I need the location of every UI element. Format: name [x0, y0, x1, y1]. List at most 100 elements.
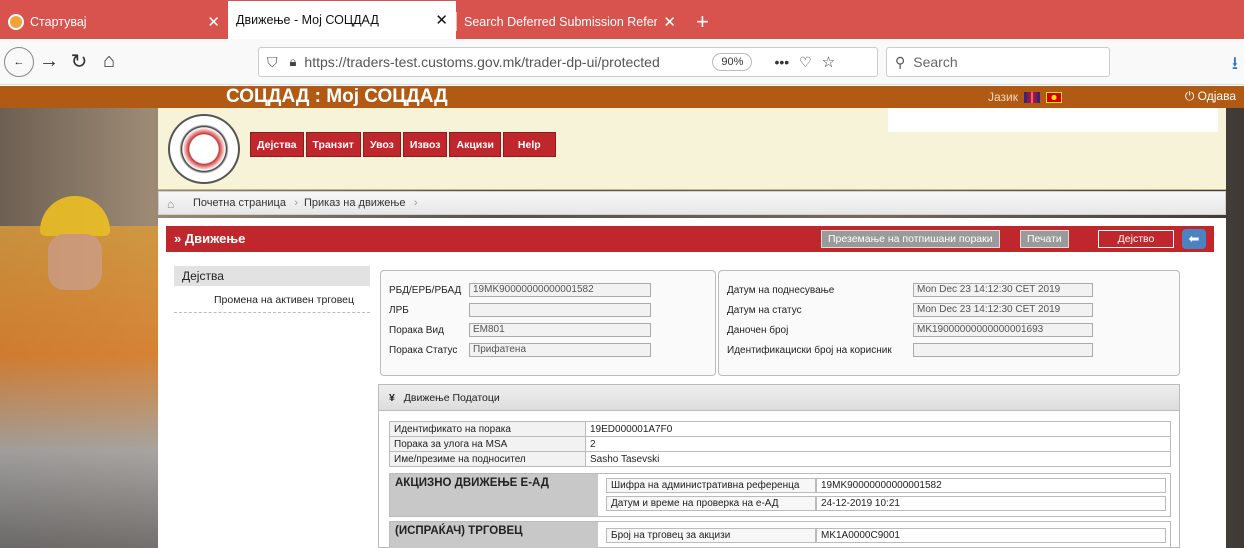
print-button[interactable]: Печати — [1020, 230, 1069, 248]
menu-import[interactable]: Увоз — [362, 132, 401, 157]
page-title: » Движење — [174, 231, 246, 246]
banner-info-box — [888, 108, 1218, 132]
info-label: Даночен број — [727, 324, 789, 336]
close-icon[interactable]: ✕ — [435, 11, 448, 29]
block-key: Датум и време на проверка на е-АД — [606, 496, 816, 511]
block-value: MK1A0000C9001 — [816, 528, 1166, 543]
back-arrow-icon[interactable]: ⬅ — [1182, 229, 1206, 249]
home-icon[interactable]: ⌂ — [167, 197, 181, 211]
search-icon: ⚲ — [895, 53, 906, 70]
pocket-icon[interactable]: ♡ — [799, 54, 812, 71]
zoom-level-button[interactable]: 90% — [712, 53, 753, 71]
block-row: Датум и време на проверка на е-АД 24-12-… — [606, 496, 1166, 511]
menu-transit[interactable]: Транзит — [305, 132, 361, 157]
table-key: Порака за улога на MSA — [389, 436, 586, 452]
message-status-field[interactable]: Прифатена — [469, 343, 651, 357]
table-value: 19ED000001A7F0 — [585, 421, 1171, 437]
message-info-box: РБД/ЕРБ/РБАД 19MK90000000000001582 ЛРБ П… — [380, 270, 716, 376]
section-header[interactable]: ¥ Движење Податоци — [379, 385, 1179, 411]
bookmark-star-icon[interactable]: ☆ — [822, 53, 835, 71]
page: СОЦДАД : Мој СОЦДАД Јазик ⏻ Одјава Дејст… — [0, 86, 1244, 548]
search-placeholder: Search — [913, 54, 958, 70]
search-input[interactable]: ⚲ Search — [886, 47, 1110, 77]
shield-icon[interactable]: ⛉ — [267, 54, 278, 71]
status-date-field[interactable]: Mon Dec 23 14:12:30 CET 2019 — [913, 303, 1093, 317]
home-button[interactable]: ⌂ — [94, 50, 124, 73]
close-icon[interactable]: ✕ — [663, 13, 676, 31]
download-signed-messages-button[interactable]: Преземање на потпишани пораки — [821, 230, 1000, 248]
menu-export[interactable]: Извоз — [402, 132, 448, 157]
forward-button[interactable]: → — [34, 50, 64, 73]
breadcrumb-home[interactable]: Почетна страница — [187, 197, 298, 209]
download-icon[interactable]: ⭳ — [1232, 51, 1238, 81]
panel-header: » Движење Преземање на потпишани пораки … — [166, 226, 1214, 252]
tab-title: Движење - Мој СОЦДАД — [236, 13, 379, 27]
mk-flag-icon[interactable] — [1046, 91, 1062, 103]
uk-flag-icon[interactable] — [1024, 91, 1040, 103]
arc-field[interactable]: 19MK90000000000001582 — [469, 283, 651, 297]
main-panel: » Движење Преземање на потпишани пораки … — [158, 218, 1226, 548]
actions-sidebar: Дејства Промена на активен трговец — [174, 266, 370, 313]
arrow-left-icon: ← — [13, 55, 25, 68]
info-row: РБД/ЕРБ/РБАД 19MK90000000000001582 — [389, 283, 651, 297]
block-key: Број на трговец за акцизи — [606, 528, 816, 543]
page-actions-button[interactable]: ••• — [774, 54, 789, 70]
info-row: Порака Статус Прифатена — [389, 343, 651, 357]
browser-nav-bar: ← → ↻ ⌂ ⛉ 🔒︎ https://traders-test.custom… — [0, 39, 1244, 85]
block-value: 24-12-2019 10:21 — [816, 496, 1166, 511]
new-tab-button[interactable]: + — [684, 4, 721, 39]
info-label: Порака Статус — [389, 344, 458, 356]
home-icon: ⌂ — [102, 50, 116, 72]
block-row: Шифра на административна референца 19MK9… — [606, 478, 1166, 493]
url-text[interactable]: https://traders-test.customs.gov.mk/trad… — [304, 54, 704, 70]
info-label: РБД/ЕРБ/РБАД — [389, 284, 462, 296]
arrow-right-icon: → — [39, 50, 59, 72]
info-row: Порака Вид EM801 — [389, 323, 651, 337]
lock-icon[interactable]: 🔒︎ — [290, 54, 297, 70]
breadcrumb-current[interactable]: Приказ на движење — [298, 197, 418, 209]
back-button[interactable]: ← — [4, 46, 34, 77]
block-title: (ИСПРАЌАЧ) ТРГОВЕЦ — [390, 522, 598, 548]
firefox-icon — [8, 13, 24, 30]
submission-info-box: Датум на поднесување Mon Dec 23 14:12:30… — [718, 270, 1180, 376]
lrn-field[interactable] — [469, 303, 651, 317]
info-row: Даночен број MK19000000000000001693 — [727, 323, 1093, 337]
breadcrumb: ⌂ Почетна страница Приказ на движење — [158, 191, 1226, 215]
info-label: Датум на статус — [727, 304, 802, 316]
browser-tab-bar: Стартувај ✕ Движење - Мој СОЦДАД ✕ Searc… — [0, 0, 1244, 39]
customs-seal-logo — [168, 114, 240, 184]
close-icon[interactable]: ✕ — [207, 13, 220, 31]
sidebar-item-change-trader[interactable]: Промена на активен трговец — [174, 286, 370, 313]
tab-start[interactable]: Стартувај ✕ — [0, 4, 228, 39]
menu-excise[interactable]: Акцизи — [449, 132, 501, 157]
info-row: Датум на поднесување Mon Dec 23 14:12:30… — [727, 283, 1093, 297]
tab-movement[interactable]: Движење - Мој СОЦДАД ✕ — [228, 1, 456, 39]
logout-button[interactable]: ⏻ Одјава — [1185, 89, 1236, 104]
table-value: 2 — [585, 436, 1171, 452]
reload-icon: ↻ — [70, 51, 88, 73]
user-id-field[interactable] — [913, 343, 1093, 357]
face-shape — [48, 234, 102, 290]
table-key: Име/презиме на подносител — [389, 451, 586, 467]
url-bar[interactable]: ⛉ 🔒︎ https://traders-test.customs.gov.mk… — [258, 47, 878, 77]
reload-button[interactable]: ↻ — [64, 49, 94, 74]
table-value: Sasho Tasevski — [585, 451, 1171, 467]
menu-help[interactable]: Help — [502, 132, 556, 157]
consignor-trader-block: (ИСПРАЌАЧ) ТРГОВЕЦ Број на трговец за ак… — [389, 521, 1171, 548]
site-header: СОЦДАД : Мој СОЦДАД Јазик ⏻ Одјава — [0, 86, 1244, 108]
movement-data-section: ¥ Движење Податоци Идентификато на порак… — [378, 384, 1180, 548]
sidebar-header: Дејства — [174, 266, 370, 286]
worker-photo — [0, 196, 160, 548]
table-row: Име/презиме на подносител Sasho Tasevski — [389, 451, 1171, 467]
collapse-chevron-icon[interactable]: ¥ — [389, 392, 395, 404]
table-row: Идентификато на порака 19ED000001A7F0 — [389, 421, 1171, 437]
language-selector: Јазик — [988, 90, 1062, 104]
menu-actions[interactable]: Дејства — [250, 132, 304, 157]
site-title: СОЦДАД : Мој СОЦДАД — [226, 86, 448, 107]
info-label: Порака Вид — [389, 324, 444, 336]
tax-number-field[interactable]: MK19000000000000001693 — [913, 323, 1093, 337]
message-type-field[interactable]: EM801 — [469, 323, 651, 337]
tab-search-deferred[interactable]: Search Deferred Submission Referer ✕ — [456, 4, 684, 39]
action-button[interactable]: Дејство — [1098, 230, 1174, 248]
submission-date-field[interactable]: Mon Dec 23 14:12:30 CET 2019 — [913, 283, 1093, 297]
